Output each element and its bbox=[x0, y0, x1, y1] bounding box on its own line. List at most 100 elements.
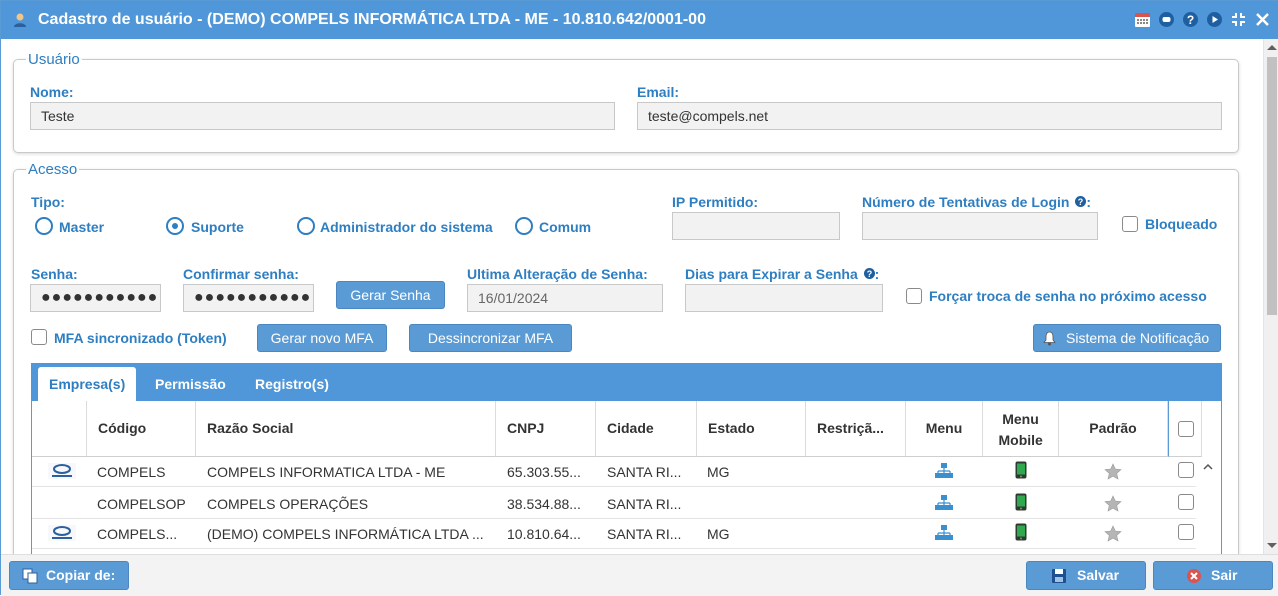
column-header-cnpj[interactable]: CNPJ bbox=[496, 401, 596, 457]
radio-master-label[interactable]: Master bbox=[59, 219, 104, 235]
radio-comum[interactable] bbox=[515, 217, 533, 235]
usuario-legend: Usuário bbox=[28, 51, 80, 68]
cell-cidade: SANTA RI... bbox=[607, 526, 682, 542]
tentativas-colon: : bbox=[1086, 194, 1091, 210]
help-icon[interactable]: ? bbox=[863, 268, 875, 279]
sitemap-icon[interactable] bbox=[935, 463, 953, 479]
nome-label: Nome: bbox=[30, 84, 74, 100]
cell-cnpj: 65.303.55... bbox=[507, 464, 581, 480]
radio-administrador-label[interactable]: Administrador do sistema bbox=[320, 219, 493, 235]
column-header-menu-mobile[interactable]: Menu Mobile bbox=[983, 401, 1059, 457]
main-scrollbar[interactable] bbox=[1263, 39, 1278, 554]
bloqueado-label[interactable]: Bloqueado bbox=[1145, 216, 1217, 232]
forcar-troca-checkbox[interactable] bbox=[906, 288, 922, 304]
row-checkbox[interactable] bbox=[1178, 524, 1194, 540]
column-header-razao-social[interactable]: Razão Social bbox=[196, 401, 496, 457]
cell-codigo: COMPELS... bbox=[97, 526, 178, 542]
sitemap-icon[interactable] bbox=[935, 525, 953, 541]
cell-cidade: SANTA RI... bbox=[607, 496, 682, 512]
cell-cnpj: 10.810.64... bbox=[507, 526, 581, 542]
table-row[interactable]: COMPELSOP COMPELS OPERAÇÕES 38.534.88... SA… bbox=[32, 489, 1196, 519]
ip-permitido-label: IP Permitido: bbox=[672, 194, 759, 210]
grid-scrollbar[interactable] bbox=[1196, 457, 1221, 554]
dias-expirar-input[interactable] bbox=[685, 284, 883, 312]
column-header-menu[interactable]: Menu bbox=[906, 401, 983, 457]
footer-bar: Copiar de: Salvar Sair bbox=[1, 554, 1278, 596]
close-icon[interactable] bbox=[1254, 11, 1271, 28]
help-icon[interactable]: ? bbox=[1182, 11, 1199, 28]
star-icon[interactable] bbox=[1104, 495, 1122, 512]
star-icon[interactable] bbox=[1104, 525, 1122, 542]
column-header-logo bbox=[32, 401, 87, 457]
calendar-icon[interactable] bbox=[1134, 11, 1151, 28]
cell-cidade: SANTA RI... bbox=[607, 464, 682, 480]
tab-registros[interactable]: Registro(s) bbox=[244, 367, 340, 401]
nome-input[interactable]: Teste bbox=[30, 102, 615, 130]
sair-button[interactable]: Sair bbox=[1153, 561, 1273, 590]
star-icon[interactable] bbox=[1104, 463, 1122, 480]
row-checkbox[interactable] bbox=[1178, 462, 1194, 478]
collapse-icon[interactable] bbox=[1230, 11, 1247, 28]
tentativas-login-label: Número de Tentativas de Login ? : bbox=[862, 194, 1091, 210]
dessincronizar-mfa-button[interactable]: Dessincronizar MFA bbox=[409, 324, 572, 352]
svg-text:?: ? bbox=[866, 269, 872, 279]
column-header-estado[interactable]: Estado bbox=[697, 401, 806, 457]
copiar-de-button[interactable]: Copiar de: bbox=[9, 561, 129, 590]
scroll-down-icon[interactable] bbox=[1267, 543, 1277, 548]
select-all-checkbox[interactable] bbox=[1178, 421, 1194, 437]
help-icon[interactable]: ? bbox=[1075, 196, 1087, 207]
gerar-senha-button[interactable]: Gerar Senha bbox=[336, 281, 445, 309]
tab-permissao[interactable]: Permissão bbox=[144, 367, 237, 401]
radio-suporte[interactable] bbox=[166, 217, 184, 235]
mobile-phone-icon[interactable] bbox=[1015, 461, 1027, 479]
salvar-button[interactable]: Salvar bbox=[1026, 561, 1146, 590]
chevron-up-icon[interactable] bbox=[1203, 463, 1213, 470]
gerar-mfa-button[interactable]: Gerar novo MFA bbox=[257, 324, 387, 352]
table-row[interactable]: COMPELS... (DEMO) COMPELS INFORMÁTICA LTD… bbox=[32, 519, 1196, 549]
tentativas-login-input[interactable] bbox=[862, 212, 1098, 240]
sair-label: Sair bbox=[1211, 567, 1238, 583]
user-registration-window: Cadastro de usuário - (DEMO) COMPELS INF… bbox=[0, 0, 1278, 596]
scroll-thumb[interactable] bbox=[1267, 57, 1277, 315]
radio-master[interactable] bbox=[35, 217, 53, 235]
email-input[interactable]: teste@compels.net bbox=[637, 102, 1222, 130]
play-icon[interactable] bbox=[1206, 11, 1223, 28]
confirmar-senha-input[interactable]: ●●●●●●●●●●● bbox=[183, 284, 314, 312]
empresas-grid: Código Razão Social CNPJ Cidade Estado R… bbox=[31, 401, 1222, 554]
bell-icon bbox=[1043, 331, 1056, 346]
forcar-troca-label[interactable]: Forçar troca de senha no próximo acesso bbox=[929, 288, 1207, 304]
sitemap-icon[interactable] bbox=[935, 495, 953, 511]
cell-codigo: COMPELSOP bbox=[97, 496, 186, 512]
mobile-phone-icon[interactable] bbox=[1015, 493, 1027, 511]
dias-expirar-label: Dias para Expirar a Senha ? : bbox=[685, 266, 879, 282]
confirmar-senha-label: Confirmar senha: bbox=[183, 266, 299, 282]
mfa-checkbox[interactable] bbox=[31, 329, 47, 345]
senha-input[interactable]: ●●●●●●●●●●● bbox=[30, 284, 161, 312]
cell-razao-social: COMPELS INFORMATICA LTDA - ME bbox=[207, 464, 446, 480]
mfa-label[interactable]: MFA sincronizado (Token) bbox=[54, 330, 227, 346]
svg-text:?: ? bbox=[1078, 197, 1084, 207]
dias-expirar-colon: : bbox=[874, 266, 880, 282]
copiar-de-label: Copiar de: bbox=[46, 567, 116, 583]
user-icon bbox=[14, 13, 26, 27]
save-icon bbox=[1052, 569, 1066, 583]
email-label: Email: bbox=[637, 84, 680, 100]
column-header-codigo[interactable]: Código bbox=[87, 401, 196, 457]
table-row[interactable]: COMPELS COMPELS INFORMATICA LTDA - ME 65.3… bbox=[32, 457, 1196, 487]
scroll-up-icon[interactable] bbox=[1267, 45, 1277, 50]
column-header-cidade[interactable]: Cidade bbox=[596, 401, 697, 457]
row-checkbox[interactable] bbox=[1178, 494, 1194, 510]
column-header-select bbox=[1168, 401, 1202, 457]
mobile-phone-icon[interactable] bbox=[1015, 523, 1027, 541]
bloqueado-checkbox[interactable] bbox=[1122, 216, 1138, 232]
radio-suporte-label[interactable]: Suporte bbox=[191, 219, 244, 235]
radio-administrador[interactable] bbox=[297, 217, 315, 235]
ultima-alteracao-input[interactable]: 16/01/2024 bbox=[467, 284, 663, 312]
column-header-padrao[interactable]: Padrão bbox=[1059, 401, 1168, 457]
radio-comum-label[interactable]: Comum bbox=[539, 219, 591, 235]
ip-permitido-input[interactable] bbox=[672, 212, 840, 240]
column-header-restricao[interactable]: Restriçã... bbox=[806, 401, 906, 457]
chat-icon[interactable] bbox=[1158, 11, 1175, 28]
tab-empresas[interactable]: Empresa(s) bbox=[38, 367, 137, 401]
sistema-notificacao-button[interactable]: Sistema de Notificação bbox=[1033, 324, 1221, 352]
